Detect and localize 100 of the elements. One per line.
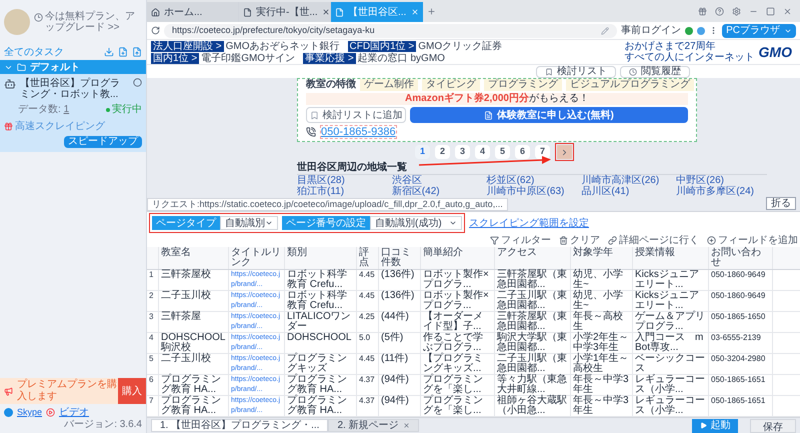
plan-text[interactable]: 今は無料プラン、アップグレード >> [45, 11, 142, 33]
area-link[interactable]: 杉並区(62) [486, 175, 578, 186]
bookmark-link[interactable]: GMOクリック証券 [418, 40, 502, 52]
browser-tab[interactable]: ホーム... [147, 2, 239, 22]
column-header[interactable]: 評点 [357, 247, 379, 269]
task-item[interactable]: 【世田谷区】プログラミング・ロボット教... データ数: 1 実行中 高速スクレイピング スピードアップ [0, 74, 146, 152]
skype-link[interactable]: Skype [17, 407, 42, 418]
page-button[interactable]: 3 [455, 145, 470, 159]
page-button[interactable]: 5 [495, 145, 510, 159]
settings-icon[interactable] [732, 6, 741, 16]
toolbar-action[interactable]: 詳細ページに行く [608, 234, 699, 246]
area-link[interactable]: 渋谷区 [392, 175, 483, 186]
reload-icon[interactable] [151, 26, 160, 35]
select-field[interactable]: 自動識別 [220, 216, 278, 230]
login-text[interactable]: 事前ログイン [621, 23, 682, 38]
stop-icon[interactable] [133, 78, 142, 87]
header-button[interactable]: 検討リスト [536, 66, 616, 78]
select-field[interactable]: 自動識別(成功) [370, 216, 462, 230]
collapse-button[interactable]: 折る [766, 197, 796, 210]
bookmark-link[interactable]: 電子印鑑GMOサイン [201, 52, 296, 64]
group-name: デフォルト [30, 60, 80, 74]
page-icon [335, 8, 344, 16]
column-header[interactable]: 類別 [285, 247, 357, 269]
close-icon[interactable] [322, 8, 330, 16]
video-link[interactable]: ビデオ [59, 407, 90, 418]
toolbar-action[interactable]: フィルター [490, 234, 551, 246]
import-icon[interactable] [104, 47, 114, 57]
close-icon[interactable] [783, 6, 792, 16]
address-field[interactable]: https://coeteco.jp/prefecture/tokyo/city/setagaya-ku [164, 24, 618, 38]
header-button[interactable]: 閲覧履歴 [620, 66, 690, 78]
gmo-logo[interactable]: GMO [758, 42, 792, 62]
table-cell: プログラミングを「楽し... [421, 396, 495, 416]
column-header[interactable]: アクセス [495, 247, 571, 269]
column-header[interactable]: タイトルリンク [229, 247, 285, 269]
page-button[interactable]: 6 [515, 145, 530, 159]
mode-text: 高速スクレイピング [15, 120, 105, 134]
scraping-range-link[interactable]: スクレイピング範囲を設定 [469, 216, 589, 230]
new-task-icon[interactable] [118, 47, 128, 57]
column-header[interactable]: お問い合わせ [709, 247, 773, 269]
bookmark-badge[interactable]: CFD国内1位 > [348, 40, 416, 52]
gift-icon [4, 122, 13, 131]
table-cell: 4.45 [357, 291, 379, 311]
add-to-list-button[interactable]: 検討リストに追加 [306, 107, 406, 123]
bookmark-link[interactable]: 起業の窓口 byGMO [358, 52, 445, 64]
data-count: データ数: 1 [18, 103, 70, 117]
column-header[interactable]: 授業情報 [633, 247, 709, 269]
maximize-icon[interactable] [766, 6, 775, 16]
toolbar-action[interactable]: フィールドを追加 [707, 234, 798, 246]
page-tab[interactable]: 1. 【世田谷区】プログラミング・... [151, 419, 328, 432]
page-button[interactable]: 1 [415, 145, 430, 159]
buy-button[interactable]: 購入 [118, 378, 146, 404]
gift-icon[interactable] [698, 6, 707, 16]
link-icon [608, 236, 617, 244]
area-link[interactable]: 川崎市多摩区(24) [676, 186, 767, 197]
area-link[interactable]: 新宿区(42) [392, 186, 483, 197]
area-link[interactable]: 目黒区(28) [297, 175, 388, 186]
area-link[interactable]: 狛江市(11) [297, 186, 388, 197]
column-header[interactable]: 教室名 [159, 247, 229, 269]
close-icon[interactable] [402, 422, 410, 429]
bookmark-badge[interactable]: 法人口座開設 > [151, 40, 224, 52]
table-cell: (44件) [379, 312, 421, 332]
page-button[interactable]: 4 [475, 145, 490, 159]
megaphone-icon [4, 386, 13, 396]
feature-tag: タイピング [422, 79, 480, 91]
edit-icon[interactable] [601, 26, 610, 34]
history-icon [629, 68, 637, 76]
page-button[interactable]: 7 [535, 145, 550, 159]
area-link[interactable]: 品川区(41) [581, 186, 672, 197]
phone-link[interactable]: 050-1865-9386 [320, 125, 397, 139]
export-icon[interactable] [132, 47, 142, 57]
new-tab-icon[interactable] [427, 6, 436, 16]
table-cell: 4.37 [357, 375, 379, 395]
area-link[interactable]: 川崎市高津区(26) [581, 175, 672, 186]
column-header[interactable]: 口コミ件数 [379, 247, 421, 269]
browser-tab[interactable]: 実行中-【世... [239, 2, 331, 22]
bookmark-link[interactable]: GMOあおぞらネット銀行 [226, 40, 340, 52]
table-cell: レギュラーコース（小学... [633, 396, 709, 416]
table-cell: 050-1865-1650 [709, 312, 773, 332]
area-link[interactable]: 川崎市中原区(63) [486, 186, 578, 197]
premium-text: プレミアムプランを購入します [17, 378, 118, 404]
save-button[interactable]: 保存 [750, 418, 796, 432]
bookmark-badge[interactable]: 事業応援 > [303, 52, 356, 64]
table-cell: 入門コース mBot専攻... [633, 333, 709, 353]
play-icon [700, 422, 706, 429]
table-cell: 050-1865-1651 [709, 396, 773, 416]
toolbar-action[interactable]: クリア [559, 234, 600, 246]
table-cell: 三軒茶屋 [159, 312, 229, 332]
table-cell: プログラミングキッズ [285, 354, 357, 374]
table-cell: ロボット科学教育 Crefu... [285, 291, 357, 311]
status-text: 実行中 [112, 102, 142, 117]
help-icon[interactable] [715, 6, 724, 16]
area-link[interactable]: 中野区(26) [676, 175, 767, 186]
column-header[interactable]: 対象学年 [571, 247, 633, 269]
table-cell: DOHSCHOOL 駒沢校 [159, 333, 229, 353]
bookmark-badge[interactable]: 国内1位 > [151, 52, 200, 64]
table-cell: ロボット科学教育 Crefu... [285, 270, 357, 290]
apply-button[interactable]: 体験教室に申し込む(無料) [410, 107, 688, 123]
page-tab[interactable]: 2. 新規ページ [328, 419, 419, 432]
page-button[interactable]: 2 [435, 145, 450, 159]
column-header[interactable]: 簡単紹介 [421, 247, 495, 269]
